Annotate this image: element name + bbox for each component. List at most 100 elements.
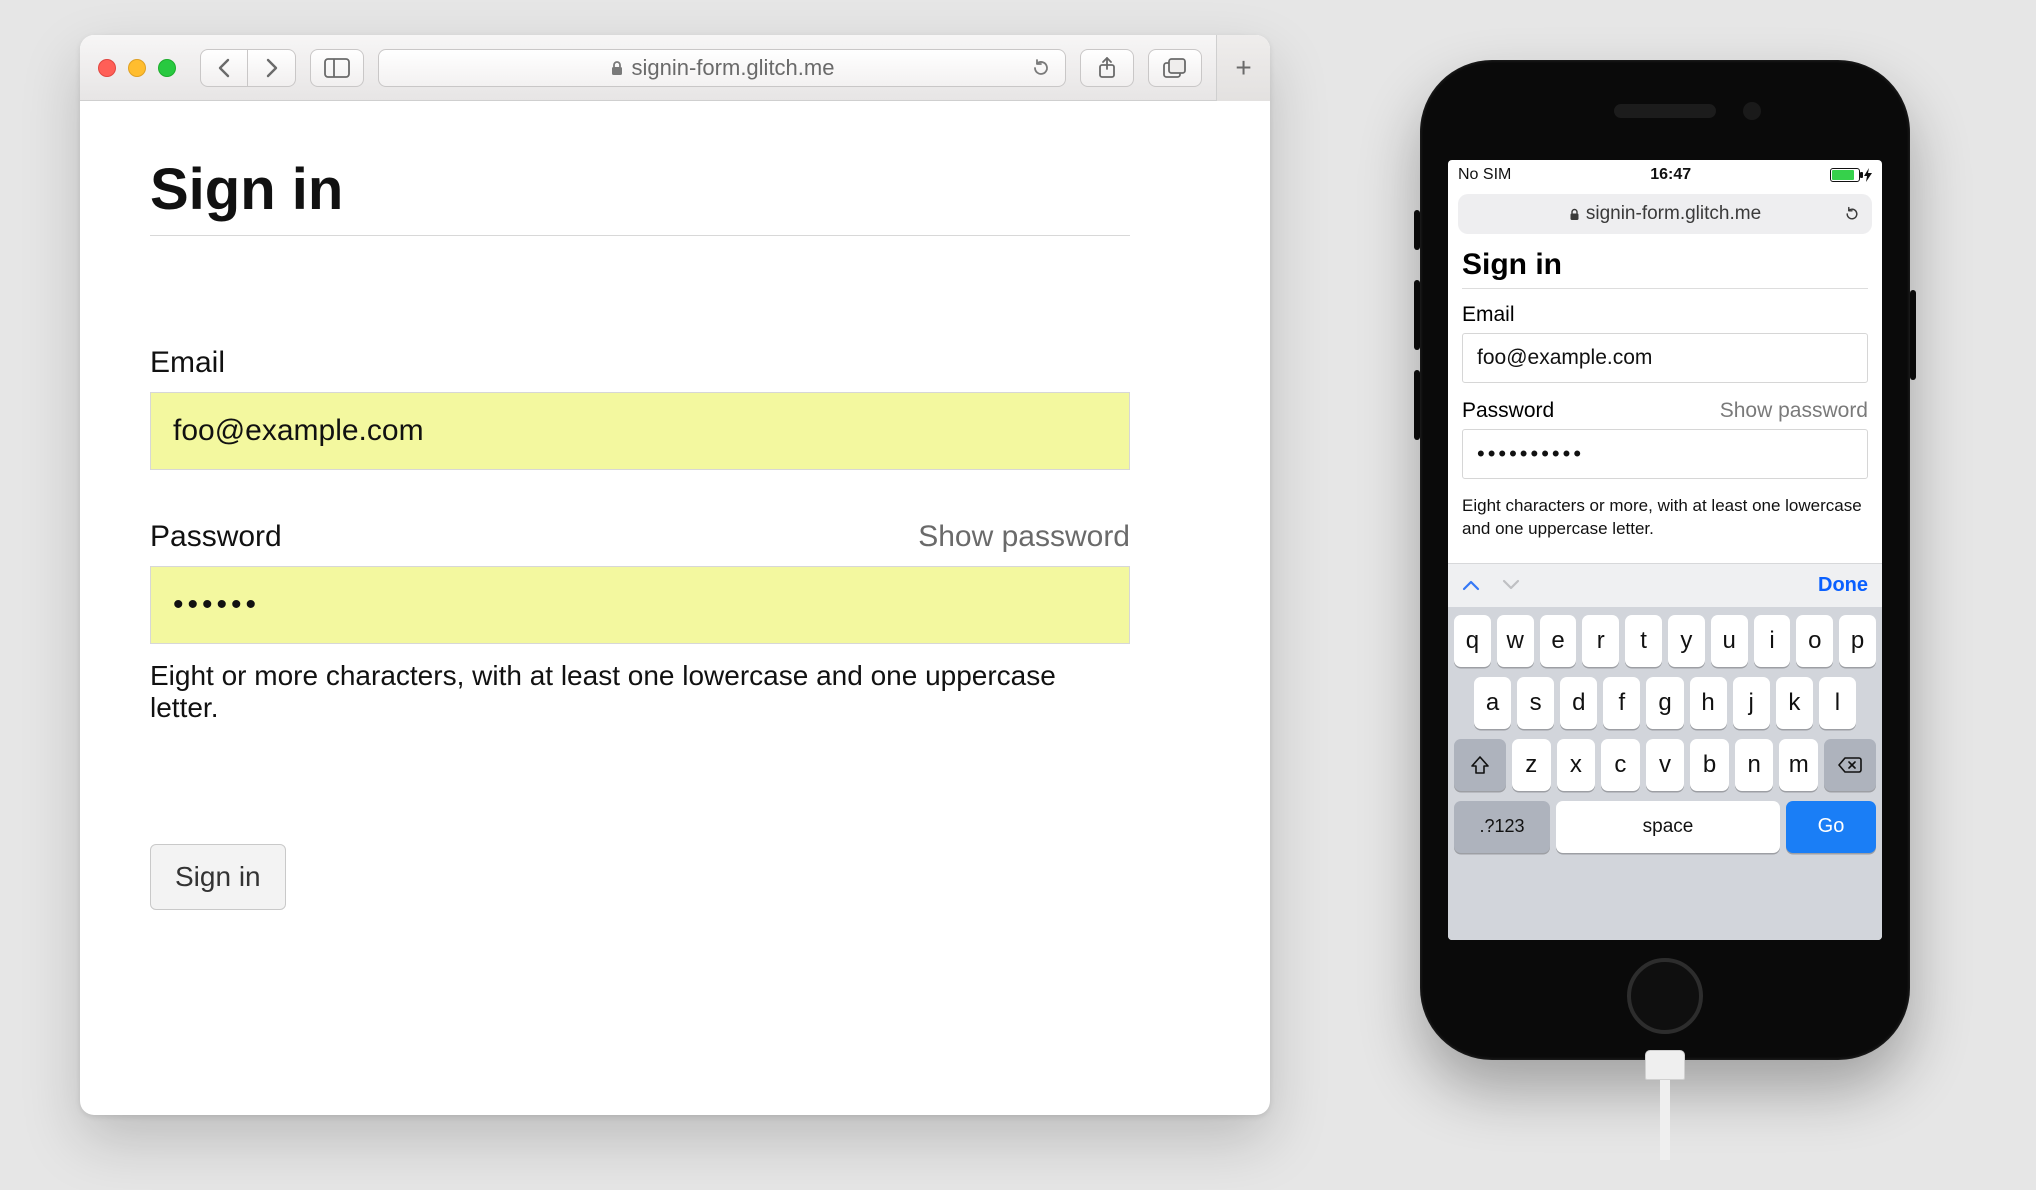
chevron-up-icon <box>1462 579 1480 591</box>
password-label: Password <box>150 520 282 554</box>
chevron-down-icon <box>1502 579 1520 591</box>
volume-down-button[interactable] <box>1414 370 1420 440</box>
key-d[interactable]: d <box>1560 677 1597 729</box>
key-c[interactable]: c <box>1601 739 1640 791</box>
key-f[interactable]: f <box>1603 677 1640 729</box>
key-z[interactable]: z <box>1512 739 1551 791</box>
ios-password-input[interactable]: •••••••••• <box>1462 429 1868 479</box>
ios-show-password-toggle[interactable]: Show password <box>1720 399 1868 423</box>
back-button[interactable] <box>200 49 248 87</box>
key-o[interactable]: o <box>1796 615 1833 667</box>
ios-password-hint: Eight characters or more, with at least … <box>1462 495 1868 541</box>
ios-keyboard: qwertyuiop asdfghjkl zxcvbnm .?123 space… <box>1448 607 1882 940</box>
forward-button[interactable] <box>248 49 296 87</box>
key-n[interactable]: n <box>1735 739 1774 791</box>
nav-buttons <box>200 49 296 87</box>
key-h[interactable]: h <box>1690 677 1727 729</box>
iphone-screen: No SIM 16:47 signin-form.glitch.me Sign … <box>1448 160 1882 940</box>
key-s[interactable]: s <box>1517 677 1554 729</box>
sidebar-button[interactable] <box>310 49 364 87</box>
sign-in-button[interactable]: Sign in <box>150 844 286 910</box>
keyboard-row-2: asdfghjkl <box>1454 677 1876 729</box>
ios-email-label: Email <box>1462 303 1515 327</box>
keyboard-row-4: .?123 space Go <box>1454 801 1876 853</box>
reload-icon <box>1844 206 1860 222</box>
new-tab-button[interactable]: + <box>1216 35 1270 101</box>
key-y[interactable]: y <box>1668 615 1705 667</box>
page-title: Sign in <box>150 156 1130 236</box>
shift-key[interactable] <box>1454 739 1506 791</box>
key-i[interactable]: i <box>1754 615 1791 667</box>
status-time: 16:47 <box>1650 166 1691 184</box>
key-b[interactable]: b <box>1690 739 1729 791</box>
ios-password-label: Password <box>1462 399 1554 423</box>
home-button[interactable] <box>1627 958 1703 1034</box>
key-p[interactable]: p <box>1839 615 1876 667</box>
space-key[interactable]: space <box>1556 801 1780 853</box>
keyboard-done-button[interactable]: Done <box>1818 574 1868 597</box>
battery-icon <box>1830 168 1860 182</box>
key-m[interactable]: m <box>1779 739 1818 791</box>
charging-icon <box>1864 168 1872 182</box>
minimize-window-button[interactable] <box>128 59 146 77</box>
battery-indicator <box>1830 168 1872 182</box>
safari-toolbar: signin-form.glitch.me + <box>80 35 1270 101</box>
show-password-toggle[interactable]: Show password <box>918 520 1130 554</box>
ios-page-content: Sign in Email Password Show password •••… <box>1448 242 1882 549</box>
password-hint: Eight or more characters, with at least … <box>150 660 1130 724</box>
chevron-right-icon <box>265 58 279 78</box>
ios-address-text: signin-form.glitch.me <box>1586 203 1761 225</box>
password-field-block: Password Show password •••••• Eight or m… <box>150 520 1130 724</box>
key-k[interactable]: k <box>1776 677 1813 729</box>
key-a[interactable]: a <box>1474 677 1511 729</box>
tabs-button[interactable] <box>1148 49 1202 87</box>
go-key[interactable]: Go <box>1786 801 1876 853</box>
lock-icon <box>1569 208 1580 221</box>
key-w[interactable]: w <box>1497 615 1534 667</box>
key-j[interactable]: j <box>1733 677 1770 729</box>
email-label: Email <box>150 346 225 380</box>
close-window-button[interactable] <box>98 59 116 77</box>
chevron-left-icon <box>217 58 231 78</box>
sidebar-icon <box>324 58 350 78</box>
keyboard-accessory-bar: Done <box>1448 563 1882 607</box>
key-q[interactable]: q <box>1454 615 1491 667</box>
key-v[interactable]: v <box>1646 739 1685 791</box>
volume-up-button[interactable] <box>1414 280 1420 350</box>
password-mask: •••••• <box>173 588 260 622</box>
reload-button[interactable] <box>1031 58 1051 78</box>
numbers-key[interactable]: .?123 <box>1454 801 1550 853</box>
silence-switch[interactable] <box>1414 210 1420 250</box>
key-l[interactable]: l <box>1819 677 1856 729</box>
safari-window: signin-form.glitch.me + <box>80 35 1270 1115</box>
page-content: Sign in Email Password Show password •••… <box>80 101 1270 965</box>
key-x[interactable]: x <box>1557 739 1596 791</box>
key-r[interactable]: r <box>1582 615 1619 667</box>
key-e[interactable]: e <box>1540 615 1577 667</box>
reload-icon <box>1031 58 1051 78</box>
prev-field-button[interactable] <box>1462 579 1480 591</box>
ios-reload-button[interactable] <box>1844 206 1860 222</box>
ios-status-bar: No SIM 16:47 <box>1448 160 1882 190</box>
share-button[interactable] <box>1080 49 1134 87</box>
ios-address-bar[interactable]: signin-form.glitch.me <box>1458 194 1872 234</box>
power-button[interactable] <box>1910 290 1916 380</box>
keyboard-row-3-letters: zxcvbnm <box>1512 739 1818 791</box>
next-field-button[interactable] <box>1502 579 1520 591</box>
carrier-text: No SIM <box>1458 166 1511 184</box>
shift-icon <box>1470 755 1490 775</box>
key-u[interactable]: u <box>1711 615 1748 667</box>
ios-page-title: Sign in <box>1462 248 1868 289</box>
ios-email-input[interactable] <box>1462 333 1868 383</box>
backspace-key[interactable] <box>1824 739 1876 791</box>
share-icon <box>1097 56 1117 80</box>
key-g[interactable]: g <box>1646 677 1683 729</box>
key-t[interactable]: t <box>1625 615 1662 667</box>
plus-icon: + <box>1235 52 1251 84</box>
address-bar[interactable]: signin-form.glitch.me <box>378 49 1066 87</box>
email-input[interactable] <box>150 392 1130 470</box>
password-input[interactable]: •••••• <box>150 566 1130 644</box>
zoom-window-button[interactable] <box>158 59 176 77</box>
address-text: signin-form.glitch.me <box>632 55 835 81</box>
iphone-device: No SIM 16:47 signin-form.glitch.me Sign … <box>1420 60 1910 1060</box>
